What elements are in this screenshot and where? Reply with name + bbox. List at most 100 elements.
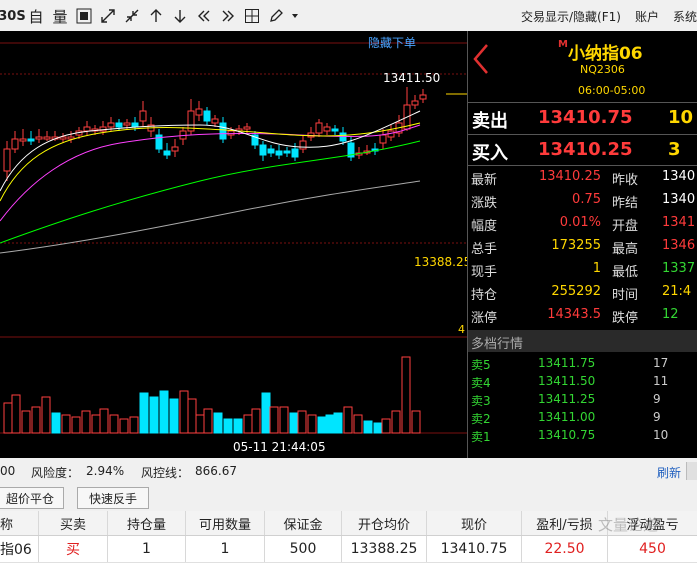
- volume-bar: [251, 408, 261, 434]
- status-value: 00: [0, 464, 16, 478]
- quote-label: 总手: [471, 242, 498, 257]
- quote-value: 13410.25: [538, 169, 601, 184]
- expand-icon[interactable]: [96, 5, 120, 27]
- depth-label: 卖4: [471, 376, 491, 390]
- volume-bar: [343, 406, 353, 434]
- ask-qty: 10: [668, 107, 694, 128]
- depth-header[interactable]: 多档行情: [468, 330, 697, 352]
- volume-bar: [269, 406, 279, 434]
- volume-bar: [91, 414, 101, 434]
- col-price[interactable]: 现价: [427, 511, 522, 535]
- table-row[interactable]: 指06 买 1 1 500 13388.25 13410.75 22.50 45…: [0, 536, 697, 563]
- quote-value: 14343.5: [547, 307, 601, 322]
- down-arrow-icon[interactable]: [168, 5, 192, 27]
- candle-body: [283, 150, 291, 154]
- toolbar-icons: 30S 自 量: [0, 5, 302, 27]
- volume-icon[interactable]: 量: [48, 5, 72, 27]
- col-side[interactable]: 买卖: [39, 511, 108, 535]
- volume-bar: [243, 414, 253, 434]
- close-at-market-button[interactable]: 超价平仓: [0, 487, 64, 509]
- candle-body: [115, 122, 123, 128]
- quote-row: 涨停 14343.5 跌停 12: [468, 307, 697, 330]
- cell-price: 13410.75: [427, 536, 522, 562]
- depth-qty: 10: [653, 428, 669, 442]
- double-left-icon[interactable]: [192, 5, 216, 27]
- risk-label: 风险度：: [31, 466, 80, 480]
- depth-row[interactable]: 卖3 13411.25 9: [468, 392, 697, 410]
- col-open-price[interactable]: 开仓均价: [342, 511, 427, 535]
- volume-bar: [307, 414, 317, 434]
- quote-label: 涨停: [471, 311, 498, 326]
- depth-row[interactable]: 卖2 13411.00 9: [468, 410, 697, 428]
- quote-value: 0.01%: [559, 215, 601, 230]
- bid-row[interactable]: 买入 13410.25 3: [468, 134, 697, 165]
- candle-body: [195, 108, 203, 116]
- volume-bar: [149, 396, 159, 434]
- candle-body: [259, 144, 267, 156]
- up-arrow-icon[interactable]: [144, 5, 168, 27]
- quick-reverse-button[interactable]: 快速反手: [77, 487, 149, 509]
- volume-bar: [21, 410, 31, 434]
- candle-body: [291, 148, 299, 158]
- bid-qty: 3: [668, 139, 681, 160]
- volume-bar: [333, 412, 343, 434]
- volume-bar: [223, 418, 233, 434]
- quote-label: 现手: [471, 265, 498, 280]
- depth-label: 卖1: [471, 430, 491, 444]
- quote-label: 涨跌: [471, 196, 498, 211]
- account-menu[interactable]: 账户: [635, 8, 659, 25]
- candle-body: [411, 100, 419, 106]
- dropdown-icon[interactable]: [288, 5, 302, 27]
- candle-body: [379, 134, 387, 144]
- product-code: NQ2306: [580, 63, 625, 76]
- ask-row[interactable]: 卖出 13410.75 10: [468, 102, 697, 133]
- refresh-link[interactable]: 刷新: [657, 464, 681, 481]
- volume-bar: [381, 418, 391, 434]
- hide-order-link[interactable]: 隐藏下单: [368, 34, 416, 51]
- depth-row[interactable]: 卖5 13411.75 17: [468, 356, 697, 374]
- period-30s-icon[interactable]: 30S: [0, 5, 26, 27]
- draw-icon[interactable]: [264, 5, 288, 27]
- collapse-icon[interactable]: [120, 5, 144, 27]
- volume-bar: [61, 414, 71, 434]
- kline-chart[interactable]: 隐藏下单 13411.50 13388.25 4 05-11 21:44:05: [0, 31, 471, 458]
- col-qty[interactable]: 持仓量: [108, 511, 186, 535]
- quote-label: 时间: [612, 288, 639, 303]
- indicator-icon[interactable]: [72, 5, 96, 27]
- candle-body: [19, 138, 27, 142]
- moving-average-line: [0, 140, 421, 244]
- quote-value: 173255: [551, 238, 601, 253]
- depth-qty: 9: [653, 410, 661, 424]
- account-status-bar: 00 风险度： 2.94% 风控线： 866.67 刷新: [0, 458, 697, 484]
- high-price-label: 13411.50: [383, 71, 441, 85]
- volume-bar: [81, 410, 91, 434]
- risk-value: 2.94%: [86, 464, 125, 478]
- back-arrow-icon[interactable]: [472, 43, 490, 81]
- cell-available: 1: [186, 536, 265, 562]
- volume-bar: [353, 414, 363, 434]
- layout-icon[interactable]: [240, 5, 264, 27]
- toggle-trade-panel-menu[interactable]: 交易显示/隐藏(F1): [521, 8, 621, 25]
- system-menu[interactable]: 系统: [673, 8, 697, 25]
- action-bar: 超价平仓 快速反手: [0, 484, 697, 511]
- quote-label: 昨收: [612, 173, 639, 188]
- col-name[interactable]: 称: [0, 511, 39, 535]
- quote-label: 昨结: [612, 196, 639, 211]
- risk-line-label: 风控线：: [141, 466, 190, 480]
- volume-bar: [401, 356, 411, 434]
- quote-label: 跌停: [612, 311, 639, 326]
- status-scroll-handle[interactable]: [686, 462, 697, 480]
- cell-pl: 22.50: [522, 536, 608, 562]
- col-pl[interactable]: 盈利/亏损: [522, 511, 608, 535]
- volume-bar: [3, 402, 13, 434]
- depth-row[interactable]: 卖4 13411.50 11: [468, 374, 697, 392]
- quote-row: 最新 13410.25 昨收 1340: [468, 169, 697, 192]
- quote-value: 1341: [662, 215, 696, 230]
- col-margin[interactable]: 保证金: [265, 511, 342, 535]
- quote-label: 幅度: [471, 219, 498, 234]
- quote-value: 255292: [551, 284, 601, 299]
- double-right-icon[interactable]: [216, 5, 240, 27]
- col-available[interactable]: 可用数量: [186, 511, 265, 535]
- self-select-icon[interactable]: 自: [24, 5, 48, 27]
- depth-row[interactable]: 卖1 13410.75 10: [468, 428, 697, 446]
